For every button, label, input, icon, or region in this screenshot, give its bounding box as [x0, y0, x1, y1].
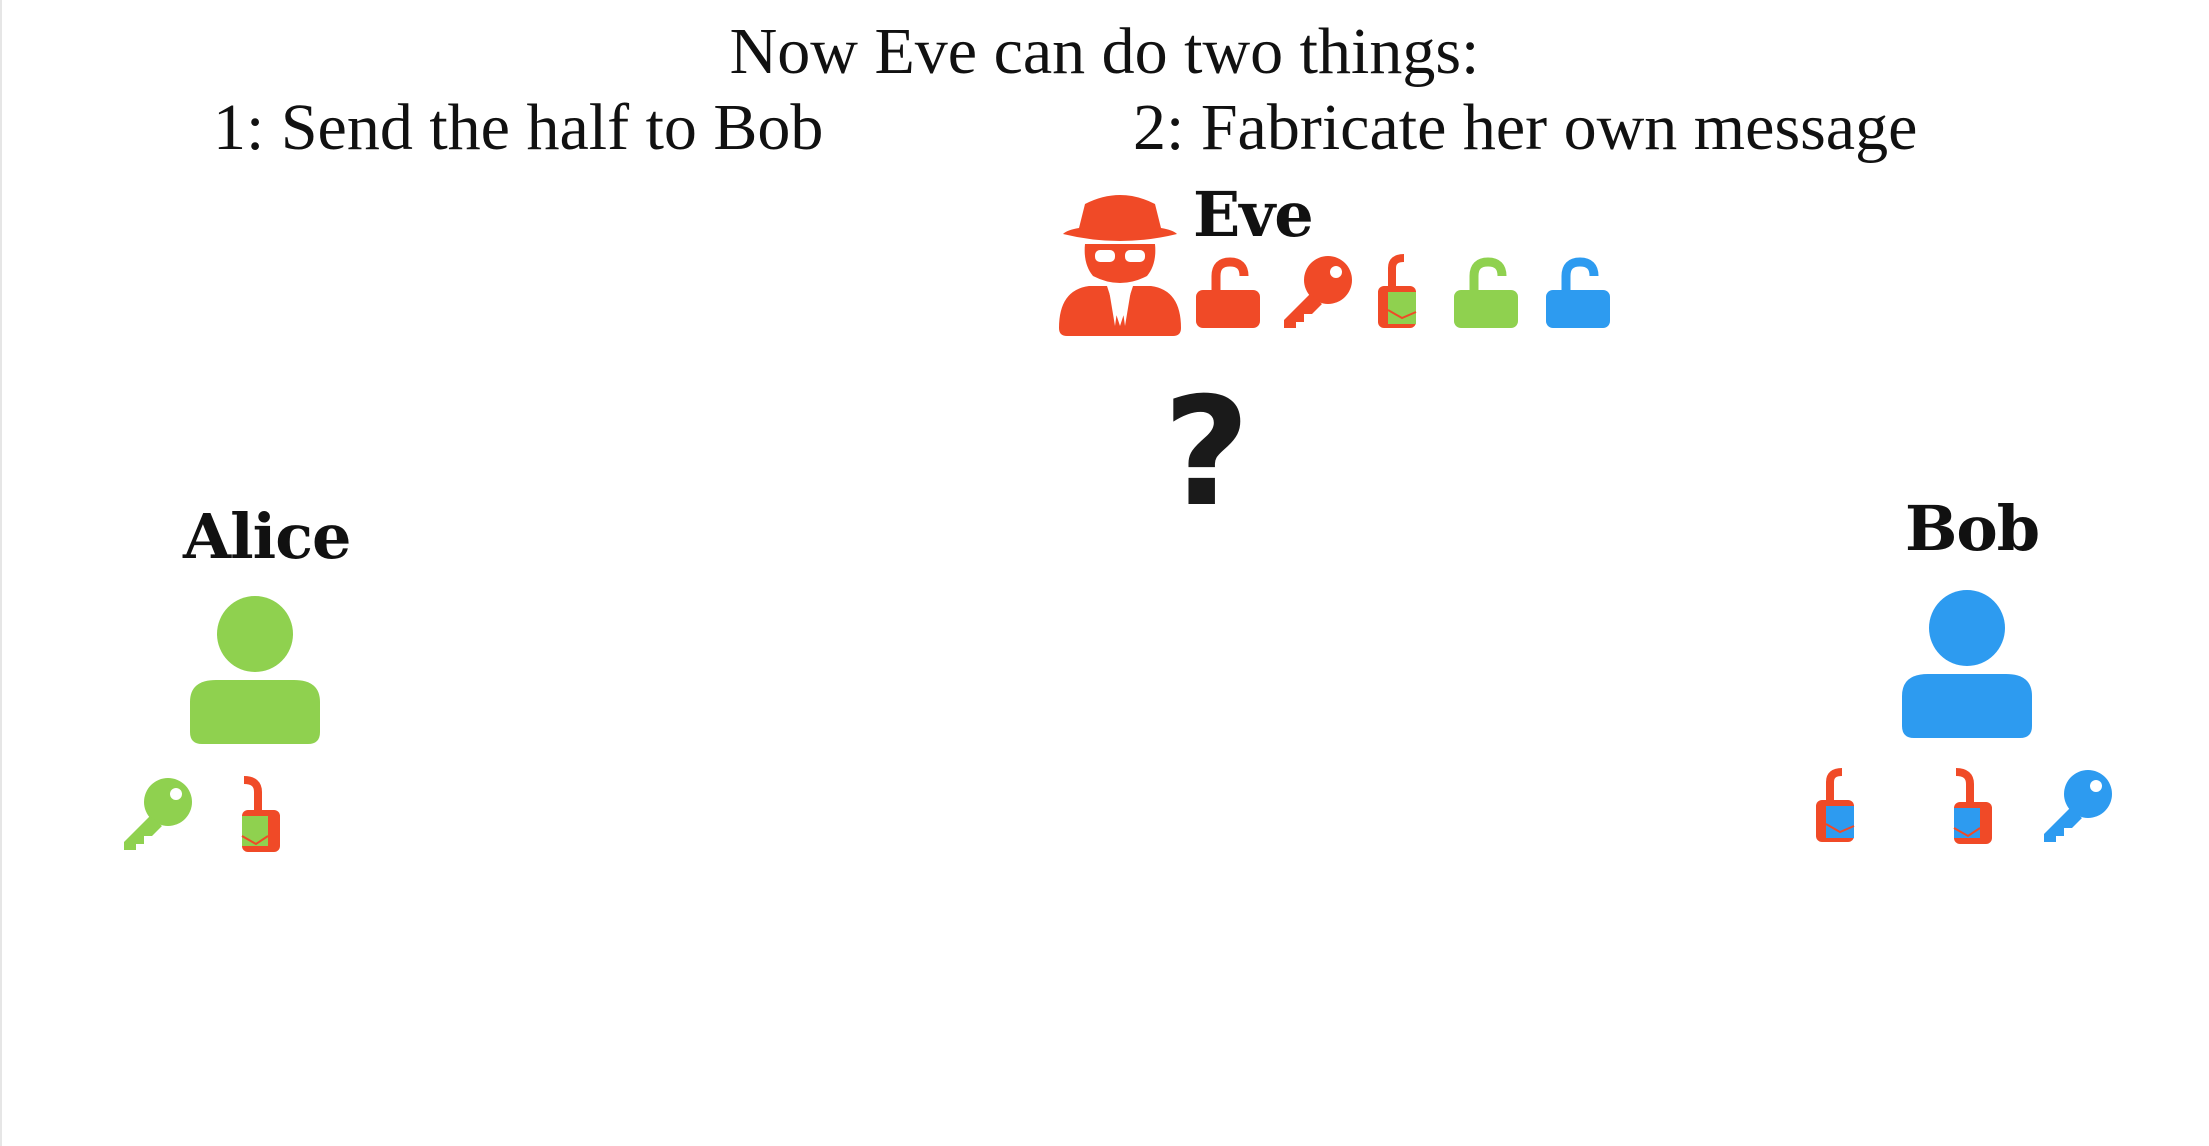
red-open-lock-icon	[1196, 257, 1260, 328]
bob-user-icon	[1902, 590, 2032, 738]
eve-name: Eve	[1193, 178, 1314, 251]
question-mark: ?	[1163, 366, 1251, 540]
red-half-lock-with-blue-message-icon	[1816, 768, 1855, 842]
green-open-lock-icon	[1454, 257, 1518, 328]
blue-open-lock-icon	[1546, 257, 1610, 328]
page-border	[0, 0, 2, 1146]
heading: Now Eve can do two things:	[729, 15, 1480, 88]
alice-name: Alice	[183, 500, 351, 573]
green-key-icon	[124, 778, 192, 850]
option-2: 2: Fabricate her own message	[1133, 91, 1918, 164]
blue-key-icon	[2044, 770, 2112, 842]
option-1: 1: Send the half to Bob	[213, 91, 824, 164]
red-half-lock-with-green-message-icon	[241, 776, 280, 852]
alice-user-icon	[190, 596, 320, 744]
red-half-lock-with-green-message-icon	[1378, 254, 1417, 328]
red-half-lock-with-blue-message-icon	[1953, 768, 1992, 844]
spy-icon	[1059, 195, 1181, 336]
red-key-icon	[1284, 256, 1352, 328]
bob-name: Bob	[1905, 492, 2040, 565]
